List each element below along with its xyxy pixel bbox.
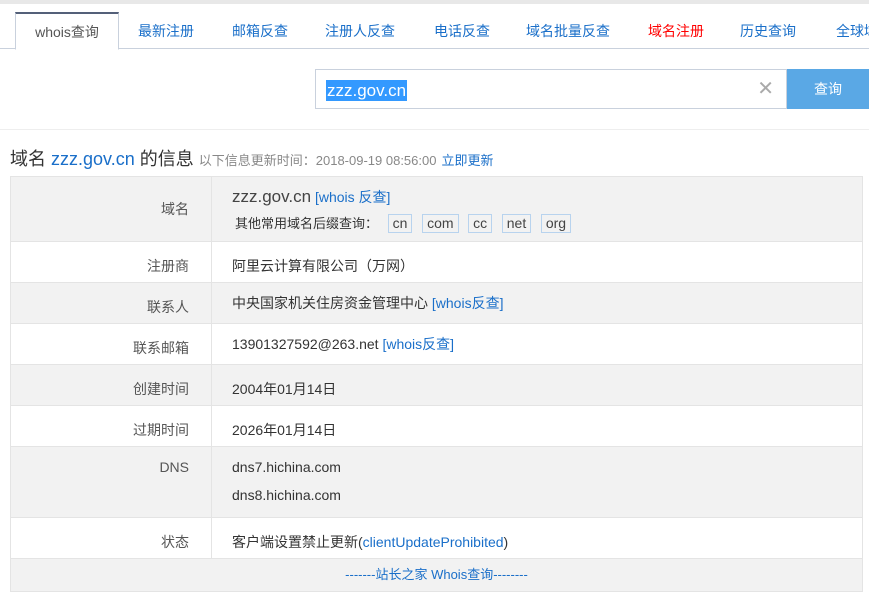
tab-latest[interactable]: 最新注册 [124,12,208,49]
status-prefix: 客户端设置禁止更新( [232,534,363,550]
row-dns: DNS dns7.hichina.com dns8.hichina.com [11,447,862,518]
row-label: 注册商 [11,242,212,282]
close-icon[interactable]: ✕ [757,76,774,101]
nav-tabs: whois查询 最新注册 邮箱反查 注册人反查 电话反查 域名批量反查 域名注册… [0,12,869,50]
row-label: 联系邮箱 [11,324,212,364]
divider [0,129,869,130]
email-value: 13901327592@263.net [232,336,379,352]
suffix-cc[interactable]: cc [468,214,493,233]
whois-reverse-link[interactable]: [whois 反查] [315,189,390,205]
row-expires: 过期时间 2026年01月14日 [11,406,862,447]
row-label: 创建时间 [11,365,212,405]
row-created: 创建时间 2004年01月14日 [11,365,862,406]
status-suffix: ) [503,534,509,550]
row-label: 过期时间 [11,406,212,446]
tab-phone-reverse[interactable]: 电话反查 [420,12,504,49]
dns-value: dns7.hichina.com [232,459,341,475]
search-value: zzz.gov.cn [326,80,408,101]
row-label: 联系人 [11,283,212,323]
tab-register[interactable]: 域名注册 [636,12,716,49]
suffix-org[interactable]: org [540,214,572,233]
tab-whois[interactable]: whois查询 [15,12,119,50]
search-button[interactable]: 查询 [787,69,869,109]
suffix-cn[interactable]: cn [387,214,413,233]
row-label: 域名 [11,177,212,241]
title-domain: zzz.gov.cn [51,149,135,169]
title-prefix: 域名 [10,149,46,169]
tab-email-reverse[interactable]: 邮箱反查 [218,12,302,49]
status-code-link[interactable]: clientUpdateProhibited [363,534,504,550]
search-input[interactable]: zzz.gov.cn ✕ [315,69,787,109]
footer-link[interactable]: -------站长之家 Whois查询-------- [11,559,862,591]
tab-history[interactable]: 历史查询 [728,12,808,49]
registrar-value: 阿里云计算有限公司（万网） [232,258,414,274]
whois-table: 域名 zzz.gov.cn [whois 反查] 其他常用域名后缀查询： cn … [10,176,863,592]
top-bar [0,0,869,4]
dns-value: dns8.hichina.com [232,487,341,503]
suffix-com[interactable]: com [422,214,459,233]
row-domain: 域名 zzz.gov.cn [whois 反查] 其他常用域名后缀查询： cn … [11,177,862,242]
contact-reverse-link[interactable]: [whois反查] [432,295,504,311]
row-registrar: 注册商 阿里云计算有限公司（万网） [11,242,862,283]
suffix-label: 其他常用域名后缀查询： [235,216,379,231]
created-value: 2004年01月14日 [232,381,337,397]
row-email: 联系邮箱 13901327592@263.net [whois反查] [11,324,862,365]
row-label: DNS [11,447,212,517]
contact-value: 中央国家机关住房资金管理中心 [232,295,428,311]
tab-registrant-reverse[interactable]: 注册人反查 [318,12,402,49]
title-suffix: 的信息 [139,149,194,169]
row-status: 状态 客户端设置禁止更新(clientUpdateProhibited) [11,518,862,559]
page-title: 域名 zzz.gov.cn 的信息 以下信息更新时间：2018-09-19 08… [10,145,494,171]
row-contact: 联系人 中央国家机关住房资金管理中心 [whois反查] [11,283,862,324]
update-time: 以下信息更新时间：2018-09-19 08:56:00 [198,153,437,168]
update-now-link[interactable]: 立即更新 [441,153,493,168]
row-label: 状态 [11,518,212,558]
tab-global[interactable]: 全球域 [830,12,869,49]
expires-value: 2026年01月14日 [232,422,337,438]
tab-batch-reverse[interactable]: 域名批量反查 [520,12,616,49]
domain-value: zzz.gov.cn [232,187,312,206]
suffix-net[interactable]: net [501,214,532,233]
email-reverse-link[interactable]: [whois反查] [382,336,454,352]
